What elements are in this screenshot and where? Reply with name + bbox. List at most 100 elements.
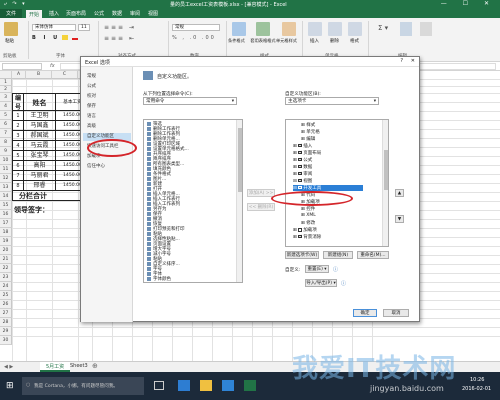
help-button[interactable]: ? bbox=[400, 58, 403, 64]
row-header[interactable]: 7 bbox=[0, 129, 12, 138]
row-header[interactable]: 15 bbox=[0, 201, 12, 210]
font-size-combo[interactable]: 11 bbox=[78, 24, 90, 31]
ribbon-tree-item[interactable]: ⊟开发工具 bbox=[293, 185, 363, 191]
expand-icon[interactable]: ⊞ bbox=[293, 235, 297, 240]
number-icons[interactable]: % , .0 .00 bbox=[172, 35, 216, 41]
left-source-combo[interactable]: 常用命令 ▾ bbox=[143, 97, 237, 105]
cell-no[interactable]: 3 bbox=[12, 131, 24, 141]
checkbox-icon[interactable] bbox=[298, 171, 302, 175]
row-header[interactable]: 17 bbox=[0, 219, 12, 228]
fill-color-icon[interactable] bbox=[62, 35, 68, 40]
cell-name[interactable]: 邢睿 bbox=[24, 181, 56, 191]
row-header[interactable]: 28 bbox=[0, 318, 12, 327]
row-header[interactable]: 3 bbox=[0, 93, 12, 102]
ribbon-tree-item[interactable]: ⊞ 审阅 bbox=[293, 171, 312, 177]
cell-style-icon[interactable] bbox=[282, 22, 296, 36]
left-command-list[interactable]: 筛选 删除工作表行 删除工作表列 删除单元格... 设置打印区域 设置单元格格式... 升序… bbox=[143, 119, 243, 283]
paste-icon[interactable] bbox=[4, 22, 18, 36]
cancel-button[interactable]: 取消 bbox=[383, 309, 409, 317]
checkbox-icon[interactable] bbox=[298, 234, 302, 238]
cell-name[interactable]: 郝国斌 bbox=[24, 131, 56, 141]
cortana-search[interactable]: ○ 我是 Cortana，小娜。有问题尽管问我。 bbox=[22, 377, 144, 395]
tab-home[interactable]: 开始 bbox=[26, 10, 43, 18]
new-group-button[interactable]: 新建组(N) bbox=[323, 251, 353, 259]
tab-view[interactable]: 视图 bbox=[148, 10, 158, 17]
ribbon-tree-item[interactable]: ⊞ 控件 bbox=[301, 206, 315, 212]
right-tabs-combo[interactable]: 主选项卡 ▾ bbox=[285, 97, 379, 105]
nav-item[interactable]: 保存 bbox=[87, 103, 96, 109]
nav-item[interactable]: 信任中心 bbox=[87, 163, 105, 169]
cell-no[interactable]: 8 bbox=[12, 181, 24, 191]
align-icons[interactable]: ≡≡≡ ⇥ bbox=[104, 24, 136, 31]
expand-icon[interactable]: ⊞ bbox=[293, 228, 297, 233]
expand-icon[interactable]: ⊞ bbox=[293, 165, 297, 170]
tab-data[interactable]: 数据 bbox=[112, 10, 122, 17]
column-header[interactable]: B bbox=[26, 71, 52, 79]
name-box[interactable] bbox=[2, 63, 42, 70]
row-header[interactable]: 22 bbox=[0, 264, 12, 273]
ribbon-tree-item[interactable]: ⊞ 页面布局 bbox=[293, 150, 321, 156]
checkbox-icon[interactable] bbox=[298, 150, 302, 154]
checkbox-icon[interactable] bbox=[298, 157, 302, 161]
ribbon-tree-item[interactable]: ⊞ 编辑 bbox=[301, 136, 315, 142]
row-header[interactable]: 2 bbox=[0, 86, 12, 93]
row-header[interactable]: 24 bbox=[0, 282, 12, 291]
expand-icon[interactable]: ⊞ bbox=[293, 172, 297, 177]
checkbox-icon[interactable] bbox=[298, 228, 302, 232]
dialog-close-button[interactable]: ✕ bbox=[411, 58, 415, 64]
expand-icon[interactable]: ⊞ bbox=[301, 130, 305, 135]
row-header[interactable]: 18 bbox=[0, 228, 12, 237]
store-icon[interactable] bbox=[222, 380, 234, 391]
tab-page-layout[interactable]: 页面布局 bbox=[66, 10, 86, 17]
quick-access-toolbar[interactable]: ⤶ ↷ ▾ bbox=[4, 1, 27, 7]
window-controls[interactable]: — ☐ ✕ bbox=[441, 0, 496, 7]
row-header[interactable]: 27 bbox=[0, 309, 12, 318]
expand-icon[interactable]: ⊞ bbox=[293, 151, 297, 156]
fx-icon[interactable]: fx bbox=[50, 63, 55, 69]
task-view-icon[interactable] bbox=[154, 381, 164, 390]
align-icons-2[interactable]: ≡≡≡ ⇤ bbox=[104, 35, 136, 42]
nav-item[interactable]: 高级 bbox=[87, 123, 96, 129]
row-header[interactable]: 30 bbox=[0, 336, 12, 345]
ribbon-tree-item[interactable]: ⊞ 单元格 bbox=[301, 129, 320, 135]
ribbon-tree-item[interactable]: ⊞ 加载项 bbox=[293, 227, 317, 233]
ribbon-tree-item[interactable]: ⊞ 修改 bbox=[301, 220, 315, 226]
cell-name[interactable]: 王卫明 bbox=[24, 111, 56, 121]
tab-insert[interactable]: 插入 bbox=[49, 10, 59, 17]
tab-formulas[interactable]: 公式 bbox=[94, 10, 104, 17]
ribbon-tree-item[interactable]: ⊟ 视图 bbox=[293, 178, 312, 184]
row-header[interactable]: 13 bbox=[0, 183, 12, 192]
row-header[interactable]: 16 bbox=[0, 210, 12, 219]
tab-review[interactable]: 审阅 bbox=[130, 10, 140, 17]
row-header[interactable]: 8 bbox=[0, 138, 12, 147]
cell-no[interactable]: 5 bbox=[12, 151, 24, 161]
left-list-scrollbar[interactable] bbox=[236, 120, 242, 282]
row-header[interactable]: 10 bbox=[0, 156, 12, 165]
cell-no[interactable]: 4 bbox=[12, 141, 24, 151]
import-export-button[interactable]: 导入/导出(P) ▾ bbox=[305, 279, 337, 287]
checkbox-icon[interactable] bbox=[298, 178, 302, 182]
tab-file[interactable]: 文件 bbox=[0, 9, 22, 18]
ribbon-tree-item[interactable]: ⊞ XML bbox=[301, 213, 316, 218]
row-header[interactable]: 6 bbox=[0, 120, 12, 129]
sort-filter-icon[interactable] bbox=[400, 22, 412, 36]
insert-cells-icon[interactable] bbox=[308, 22, 322, 36]
format-cells-icon[interactable] bbox=[348, 22, 362, 36]
explorer-icon[interactable] bbox=[200, 380, 212, 391]
row-header[interactable]: 12 bbox=[0, 174, 12, 183]
sheet-tab-sheet3[interactable]: Sheet3 bbox=[70, 363, 88, 369]
row-header[interactable]: 23 bbox=[0, 273, 12, 282]
column-header[interactable]: C bbox=[52, 71, 78, 79]
row-header[interactable]: 4 bbox=[0, 102, 12, 111]
ribbon-tree-item[interactable]: ⊞ 数据 bbox=[293, 164, 312, 170]
cell-name[interactable]: 马云霞 bbox=[24, 141, 56, 151]
conditional-format-icon[interactable] bbox=[232, 22, 246, 36]
cell-name[interactable]: 马国鑫 bbox=[24, 121, 56, 131]
expand-icon[interactable]: ⊞ bbox=[293, 144, 297, 149]
move-down-button[interactable]: ▼ bbox=[395, 215, 404, 223]
row-header[interactable]: 26 bbox=[0, 300, 12, 309]
row-header[interactable]: 19 bbox=[0, 237, 12, 246]
row-header[interactable]: 21 bbox=[0, 255, 12, 264]
ribbon-tree-item[interactable]: ⊞ 背景消除 bbox=[293, 234, 321, 240]
find-select-icon[interactable] bbox=[420, 22, 432, 36]
